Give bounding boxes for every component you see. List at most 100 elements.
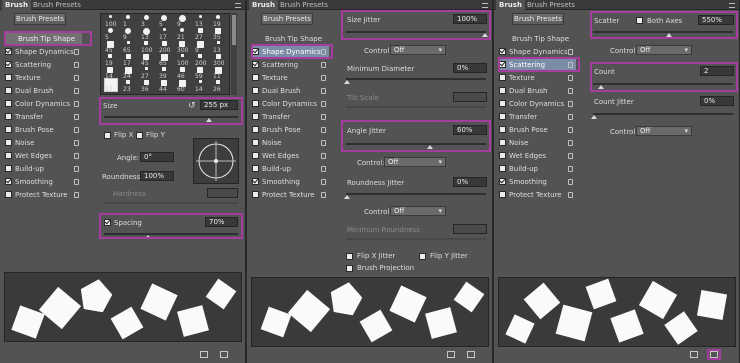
toggle-bristle-preview-icon[interactable] — [200, 351, 208, 358]
list-item-smoothing[interactable]: Smoothing — [4, 176, 82, 188]
list-item-transfer[interactable]: Transfer — [251, 111, 329, 123]
brush-tip-swatch[interactable] — [216, 15, 220, 19]
brush-tip-swatch[interactable] — [125, 54, 131, 59]
tab-brush-presets[interactable]: Brush Presets — [524, 0, 578, 10]
flip-x-checkbox[interactable] — [104, 132, 111, 139]
brush-tip-swatch[interactable] — [126, 15, 130, 19]
lock-icon[interactable] — [74, 75, 79, 81]
checkbox[interactable] — [5, 178, 12, 185]
count-jitter-field[interactable]: 0% — [700, 96, 734, 106]
lock-icon[interactable] — [321, 153, 326, 159]
lock-icon[interactable] — [74, 140, 79, 146]
list-item-transfer[interactable]: Transfer — [498, 111, 576, 123]
tab-brush-presets[interactable]: Brush Presets — [30, 0, 84, 10]
scroll-thumb[interactable] — [232, 15, 236, 45]
checkbox[interactable] — [5, 74, 12, 81]
list-item-scattering[interactable]: Scattering — [251, 59, 329, 71]
roundness-jitter-slider[interactable] — [346, 193, 486, 195]
lock-icon[interactable] — [568, 192, 573, 198]
panel-menu-icon[interactable] — [235, 3, 241, 8]
checkbox[interactable] — [5, 126, 12, 133]
count-control-select[interactable]: Off — [636, 126, 692, 136]
count-jitter-slider-knob[interactable] — [591, 115, 597, 119]
lock-icon[interactable] — [321, 127, 326, 133]
lock-icon[interactable] — [74, 101, 79, 107]
checkbox[interactable] — [252, 74, 259, 81]
list-item-dual-brush[interactable]: Dual Brush — [4, 85, 82, 97]
checkbox[interactable] — [499, 165, 506, 172]
brush-projection-checkbox[interactable] — [346, 265, 353, 272]
brush-tip-swatch[interactable] — [215, 54, 221, 59]
checkbox[interactable] — [252, 87, 259, 94]
lock-icon[interactable] — [74, 192, 79, 198]
lock-icon[interactable] — [74, 127, 79, 133]
list-item-protect-texture[interactable]: Protect Texture — [498, 189, 576, 201]
list-item-protect-texture[interactable]: Protect Texture — [4, 189, 82, 201]
checkbox[interactable] — [499, 139, 506, 146]
lock-icon[interactable] — [568, 49, 573, 55]
lock-icon[interactable] — [321, 101, 326, 107]
brush-tip-swatch[interactable] — [180, 54, 184, 57]
checkbox[interactable] — [499, 178, 506, 185]
list-item-wet-edges[interactable]: Wet Edges — [4, 150, 82, 162]
min-diameter-slider-knob[interactable] — [344, 80, 350, 84]
list-item-brush-tip-shape[interactable]: Brush Tip Shape — [498, 33, 576, 45]
roundness-control-select[interactable]: Off — [390, 206, 446, 216]
brush-tip-swatch[interactable] — [162, 28, 166, 31]
checkbox[interactable] — [499, 48, 506, 55]
flip-y-jitter-checkbox[interactable] — [419, 253, 426, 260]
checkbox[interactable] — [499, 126, 506, 133]
checkbox[interactable] — [252, 113, 259, 120]
checkbox[interactable] — [499, 152, 506, 159]
list-item-transfer[interactable]: Transfer — [4, 111, 82, 123]
tab-brush-presets[interactable]: Brush Presets — [277, 0, 331, 10]
flip-y-checkbox[interactable] — [136, 132, 143, 139]
list-item-brush-pose[interactable]: Brush Pose — [4, 124, 82, 136]
list-item-dual-brush[interactable]: Dual Brush — [498, 85, 576, 97]
brush-tip-swatch[interactable] — [162, 67, 166, 71]
checkbox[interactable] — [5, 139, 12, 146]
lock-icon[interactable] — [321, 114, 326, 120]
checkbox[interactable] — [499, 100, 506, 107]
min-diameter-field[interactable]: 0% — [453, 63, 487, 73]
brush-tip-swatch[interactable] — [179, 67, 185, 72]
list-item-shape-dynamics[interactable]: Shape Dynamics — [4, 46, 82, 58]
list-item-build-up[interactable]: Build-up — [251, 163, 329, 175]
brush-tip-swatch[interactable] — [180, 28, 184, 32]
list-item-wet-edges[interactable]: Wet Edges — [498, 150, 576, 162]
tab-brush[interactable]: Brush — [249, 0, 278, 10]
tab-brush[interactable]: Brush — [496, 0, 525, 10]
checkbox[interactable] — [252, 152, 259, 159]
brush-presets-button[interactable]: Brush Presets — [261, 13, 313, 25]
lock-icon[interactable] — [568, 88, 573, 94]
brush-tip-swatch[interactable] — [198, 80, 202, 83]
count-jitter-slider[interactable] — [593, 113, 733, 115]
checkbox[interactable] — [499, 113, 506, 120]
checkbox[interactable] — [499, 87, 506, 94]
brush-tip-swatch[interactable] — [143, 80, 149, 85]
checkbox[interactable] — [5, 152, 12, 159]
lock-icon[interactable] — [568, 127, 573, 133]
brush-tip-swatch[interactable] — [216, 80, 220, 84]
brush-tip-swatch[interactable] — [108, 54, 112, 58]
lock-icon[interactable] — [568, 140, 573, 146]
panel-menu-icon[interactable] — [729, 3, 735, 8]
scatter-control-select[interactable]: Off — [636, 45, 692, 55]
brush-tip-swatch[interactable] — [126, 80, 130, 84]
lock-icon[interactable] — [568, 114, 573, 120]
list-item-texture[interactable]: Texture — [251, 72, 329, 84]
lock-icon[interactable] — [74, 114, 79, 120]
checkbox[interactable] — [499, 74, 506, 81]
lock-icon[interactable] — [321, 140, 326, 146]
list-item-build-up[interactable]: Build-up — [498, 163, 576, 175]
checkbox[interactable] — [5, 100, 12, 107]
checkbox[interactable] — [252, 191, 259, 198]
lock-icon[interactable] — [321, 88, 326, 94]
list-item-scattering[interactable]: Scattering — [4, 59, 82, 71]
new-brush-icon[interactable] — [220, 351, 228, 358]
list-item-noise[interactable]: Noise — [251, 137, 329, 149]
new-brush-icon[interactable] — [467, 351, 475, 358]
swatch-scrollbar[interactable] — [231, 13, 237, 95]
list-item-smoothing[interactable]: Smoothing — [251, 176, 329, 188]
brush-tip-swatch[interactable] — [144, 67, 148, 70]
